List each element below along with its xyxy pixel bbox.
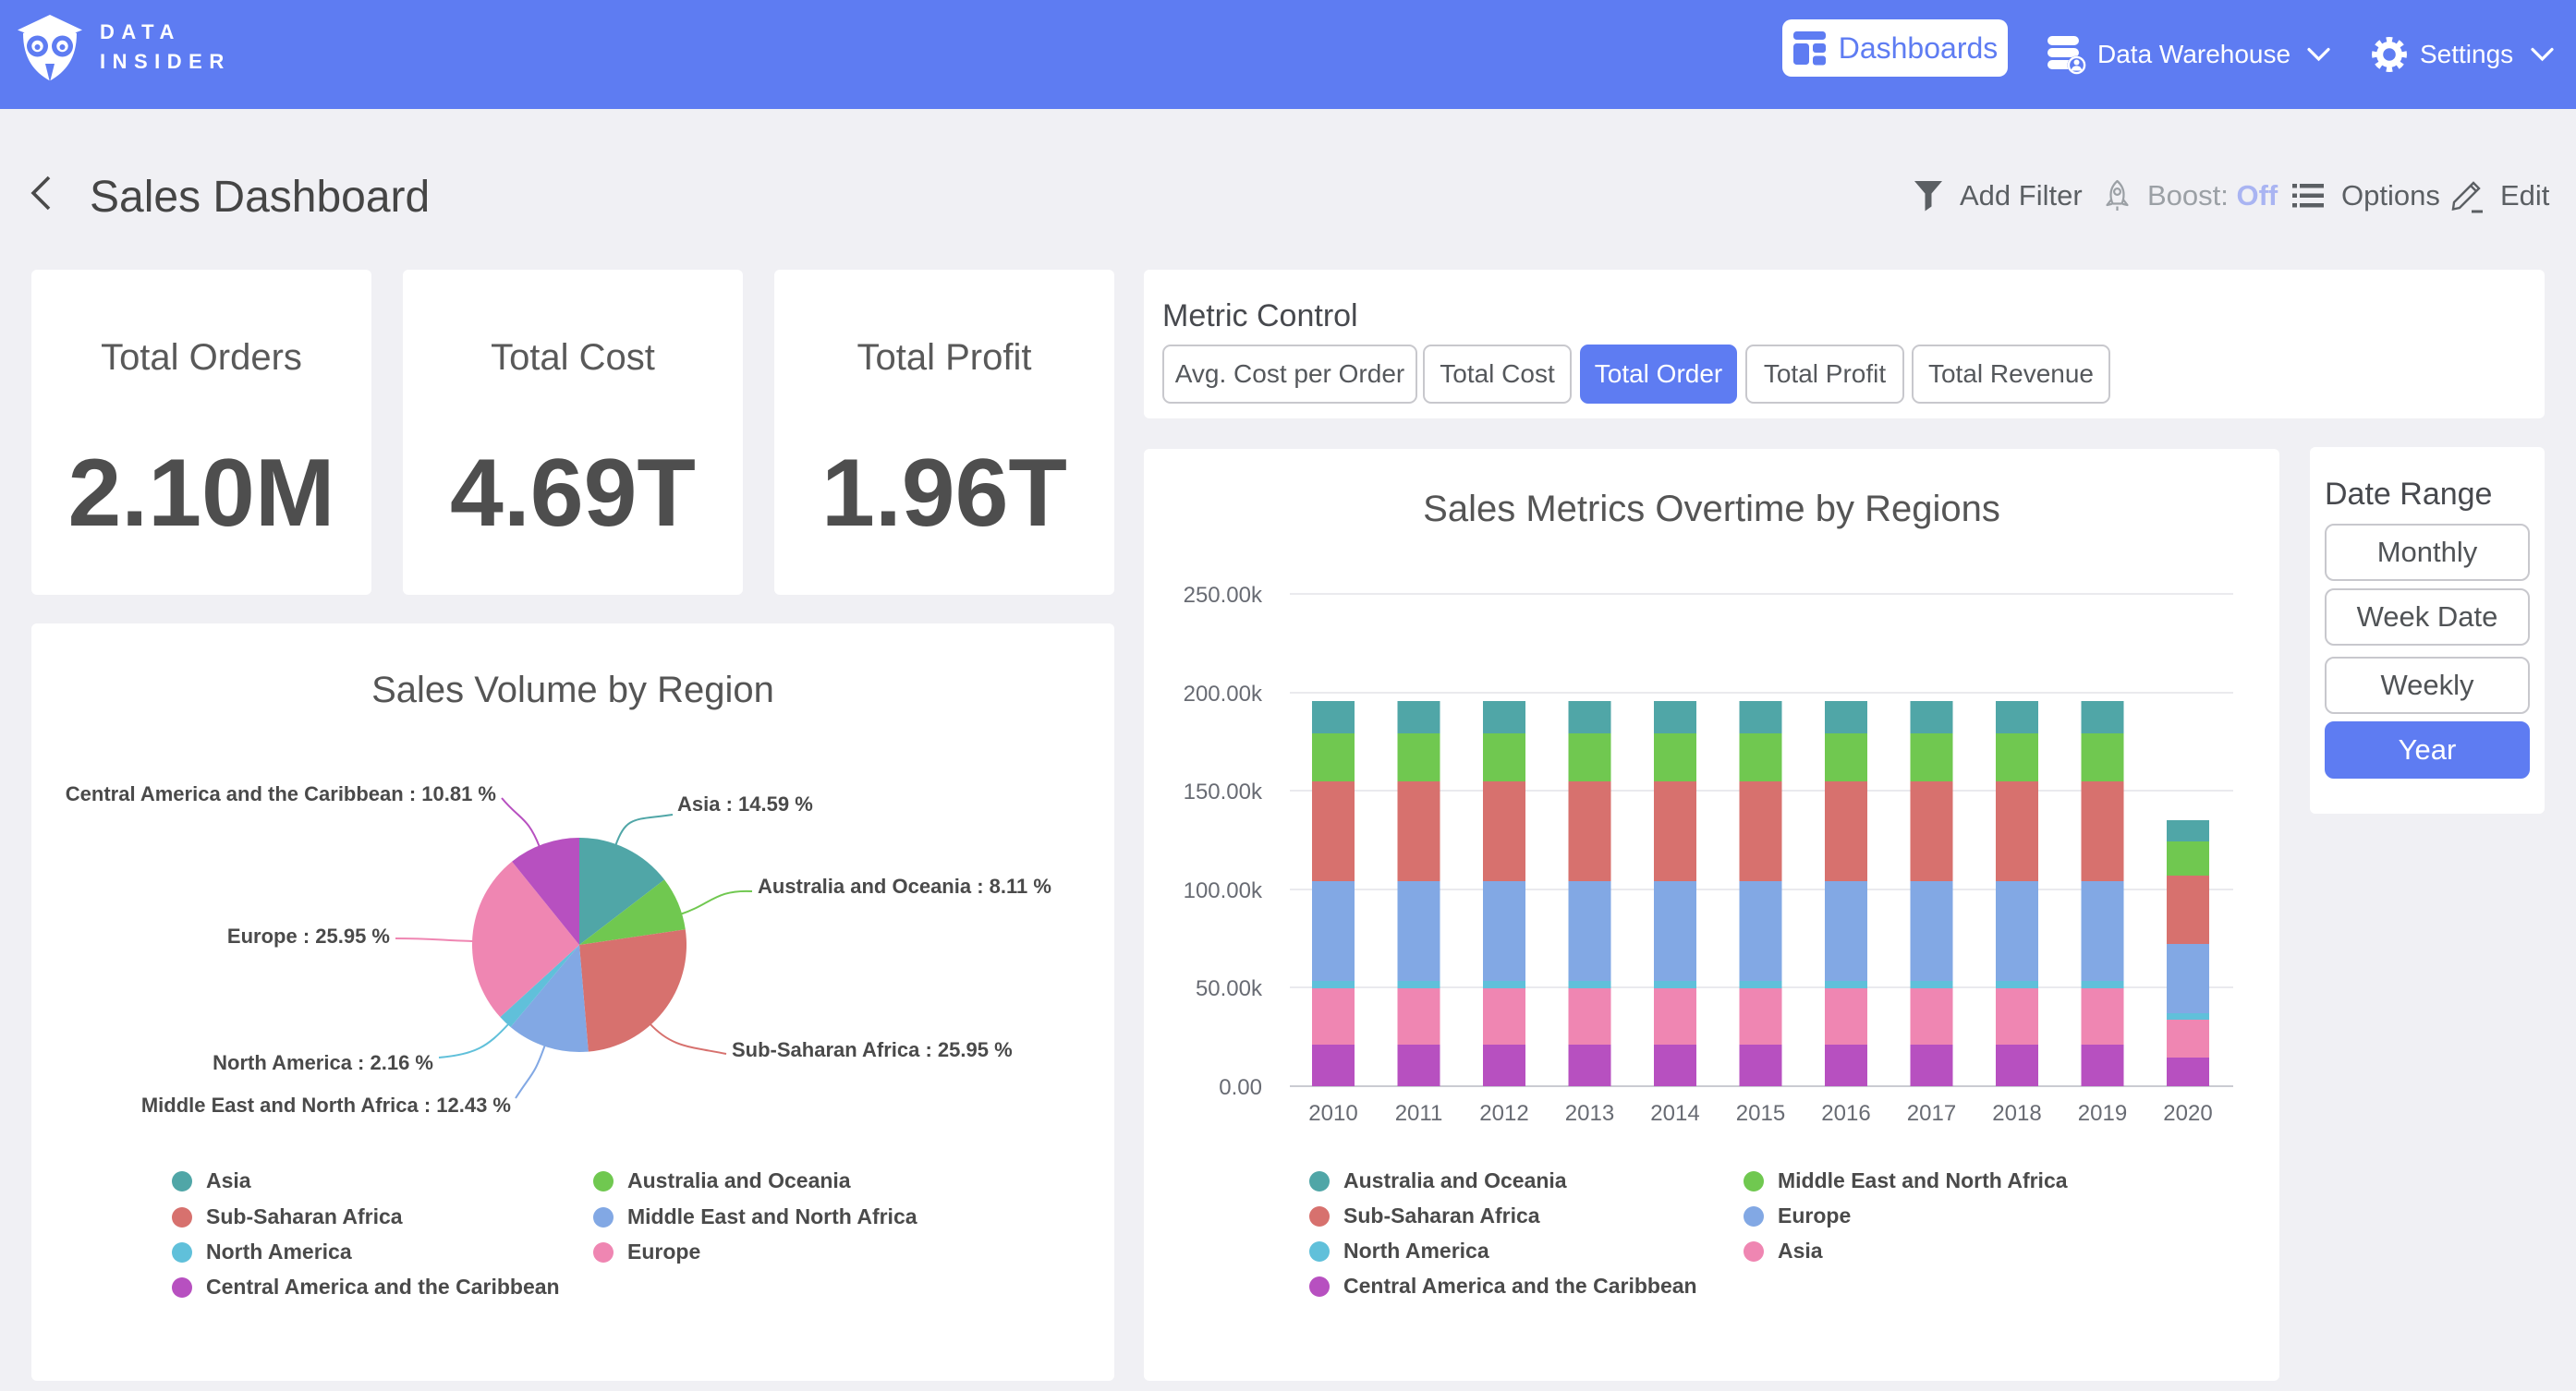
svg-text:Central America and the Caribb: Central America and the Caribbean : 10.8… [66,782,496,805]
svg-text:North America : 2.16 %: North America : 2.16 % [213,1051,433,1074]
svg-text:Middle East and North Africa :: Middle East and North Africa : 12.43 % [141,1094,511,1117]
svg-text:2013: 2013 [1565,1101,1614,1126]
svg-text:2015: 2015 [1736,1101,1785,1126]
svg-text:2011: 2011 [1395,1101,1443,1126]
svg-text:2010: 2010 [1308,1101,1357,1126]
svg-text:2017: 2017 [1907,1101,1956,1126]
svg-text:Australia and Oceania : 8.11 %: Australia and Oceania : 8.11 % [758,875,1051,898]
svg-text:Europe : 25.95 %: Europe : 25.95 % [227,925,390,948]
svg-text:0.00: 0.00 [1219,1075,1262,1100]
svg-text:2019: 2019 [2078,1101,2127,1126]
svg-text:2016: 2016 [1821,1101,1870,1126]
svg-text:Sub-Saharan Africa : 25.95 %: Sub-Saharan Africa : 25.95 % [732,1038,1013,1061]
svg-text:150.00k: 150.00k [1184,780,1263,804]
svg-text:250.00k: 250.00k [1184,583,1263,608]
svg-text:2020: 2020 [2163,1101,2212,1126]
svg-text:2014: 2014 [1650,1101,1699,1126]
svg-text:Asia : 14.59 %: Asia : 14.59 % [677,792,813,816]
svg-text:100.00k: 100.00k [1184,878,1263,903]
svg-text:2012: 2012 [1479,1101,1528,1126]
svg-text:50.00k: 50.00k [1196,976,1263,1001]
svg-text:2018: 2018 [1992,1101,2041,1126]
svg-text:200.00k: 200.00k [1184,682,1263,707]
